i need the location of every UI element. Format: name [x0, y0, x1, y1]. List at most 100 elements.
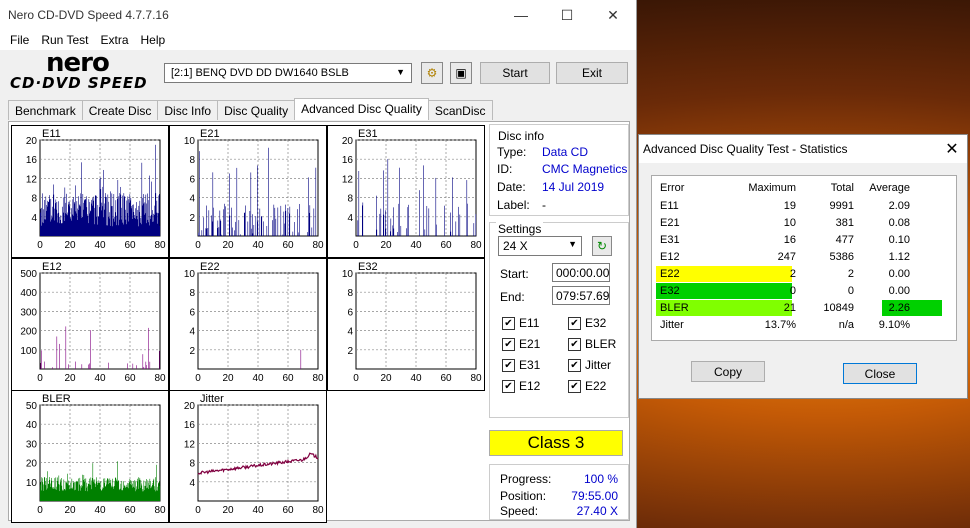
bar [257, 221, 259, 236]
bar [450, 231, 452, 236]
chart-title: BLER [42, 393, 71, 405]
end-time-input[interactable]: 079:57.69 [552, 286, 610, 305]
menu-extra[interactable]: Extra [94, 33, 134, 47]
bar [213, 207, 214, 236]
date-value: 14 Jul 2019 [542, 180, 605, 194]
y-tick-label: 2 [189, 346, 195, 357]
id-value: CMC Magnetics [542, 162, 628, 176]
close-dialog-button[interactable]: Close [843, 363, 917, 384]
y-tick-label: 16 [184, 420, 196, 431]
column-header: Total [830, 182, 854, 194]
checkbox-e31[interactable]: ✔ E31 [502, 358, 540, 372]
tab-disc-info[interactable]: Disc Info [157, 100, 219, 120]
disc-swap-icon: ⚙ [426, 66, 438, 80]
x-tick-label: 60 [440, 240, 452, 251]
type-value: Data CD [542, 145, 589, 159]
chart-e32: E32 10 8 6 4 2 0 20 40 60 80 [327, 258, 485, 391]
bar [309, 205, 311, 236]
checkbox-e22[interactable]: ✔ E22 [568, 379, 606, 393]
chart-e12: E12 500 400 300 200 100 0 20 40 60 80 [11, 258, 169, 391]
x-tick-label: 0 [37, 240, 43, 251]
bar [231, 207, 232, 236]
bar [277, 207, 279, 236]
x-tick-label: 20 [222, 505, 234, 516]
minimize-button[interactable]: — [498, 0, 544, 30]
bar [250, 172, 252, 236]
chart-title: E21 [200, 128, 220, 140]
tab-scandisc[interactable]: ScanDisc [427, 100, 493, 120]
bar [463, 235, 465, 236]
menu-help[interactable]: Help [135, 33, 172, 47]
bar [240, 234, 241, 236]
eject-button[interactable]: ⚙ [421, 62, 443, 84]
chart-e21: E21 10 8 6 4 2 0 20 40 60 80 [169, 125, 327, 258]
checkbox-e11[interactable]: ✔ E11 [502, 316, 539, 330]
cell-avg: 2.26 [888, 302, 910, 314]
checkbox-e32[interactable]: ✔ E32 [568, 316, 606, 330]
bar [452, 177, 453, 236]
close-button[interactable]: ✕ [590, 0, 636, 30]
checkbox-e12[interactable]: ✔ E12 [502, 379, 540, 393]
y-tick-label: 500 [20, 269, 37, 280]
chevron-down-icon: ▼ [568, 239, 577, 249]
y-tick-label: 300 [20, 307, 37, 318]
y-tick-label: 16 [342, 155, 354, 166]
checkbox-label: E11 [519, 316, 540, 330]
y-tick-label: 10 [342, 269, 354, 280]
x-tick-label: 40 [94, 240, 106, 251]
menu-file[interactable]: File [4, 33, 35, 47]
save-button[interactable]: ▣ [450, 62, 472, 84]
cell-avg: 0.08 [888, 217, 910, 229]
menu-run-test[interactable]: Run Test [35, 33, 94, 47]
x-tick-label: 40 [252, 505, 264, 516]
start-button[interactable]: Start [480, 62, 550, 84]
bar [423, 165, 424, 236]
column-header: Error [660, 182, 685, 194]
check-icon: ✔ [568, 379, 581, 393]
refresh-speed-button[interactable]: ↻ [592, 236, 612, 256]
bar [424, 229, 426, 236]
start-time-input[interactable]: 000:00.00 [552, 263, 610, 282]
copy-button[interactable]: Copy [691, 361, 765, 382]
tab-advanced-disc-quality[interactable]: Advanced Disc Quality [294, 98, 429, 120]
y-tick-label: 20 [342, 136, 354, 147]
bar [218, 227, 220, 236]
x-tick-label: 80 [154, 373, 166, 384]
bar [458, 206, 459, 236]
bar [379, 213, 381, 236]
y-tick-label: 4 [189, 194, 195, 205]
drive-select[interactable]: [2:1] BENQ DVD DD DW1640 BSLB ▼ [164, 63, 412, 83]
x-tick-label: 0 [353, 373, 359, 384]
check-icon: ✔ [502, 316, 515, 330]
speed-select[interactable]: 24 X ▼ [498, 236, 582, 256]
y-tick-label: 6 [189, 307, 195, 318]
exit-button[interactable]: Exit [556, 62, 628, 84]
tab-disc-quality[interactable]: Disc Quality [217, 100, 296, 120]
tab-benchmark[interactable]: Benchmark [8, 100, 83, 120]
tab-create-disc[interactable]: Create Disc [81, 100, 159, 120]
bar [311, 227, 313, 236]
bar [247, 221, 249, 236]
y-tick-label: 10 [184, 269, 196, 280]
bar [199, 151, 200, 236]
cell-total: n/a [838, 319, 854, 331]
close-icon[interactable]: ✕ [937, 139, 967, 159]
bar [283, 211, 285, 236]
main-window: Nero CD-DVD Speed 4.7.7.16 — ☐ ✕ File Ru… [0, 0, 637, 528]
bar [385, 228, 387, 236]
checkbox-bler[interactable]: ✔ BLER [568, 337, 616, 351]
checkbox-label: E21 [519, 337, 541, 351]
bar [201, 230, 203, 236]
y-tick-label: 4 [347, 213, 353, 224]
y-tick-label: 8 [189, 155, 195, 166]
chart-e31: E31 20 16 12 8 4 0 20 40 60 80 [327, 125, 485, 258]
checkbox-jitter[interactable]: ✔ Jitter [568, 358, 611, 372]
checkbox-e21[interactable]: ✔ E21 [502, 337, 540, 351]
y-tick-label: 4 [31, 213, 37, 224]
x-tick-label: 40 [252, 373, 264, 384]
y-tick-label: 8 [347, 194, 353, 205]
x-tick-label: 0 [37, 373, 43, 384]
maximize-button[interactable]: ☐ [544, 0, 590, 30]
checkbox-label: E22 [585, 379, 607, 393]
label-value: - [542, 198, 546, 212]
